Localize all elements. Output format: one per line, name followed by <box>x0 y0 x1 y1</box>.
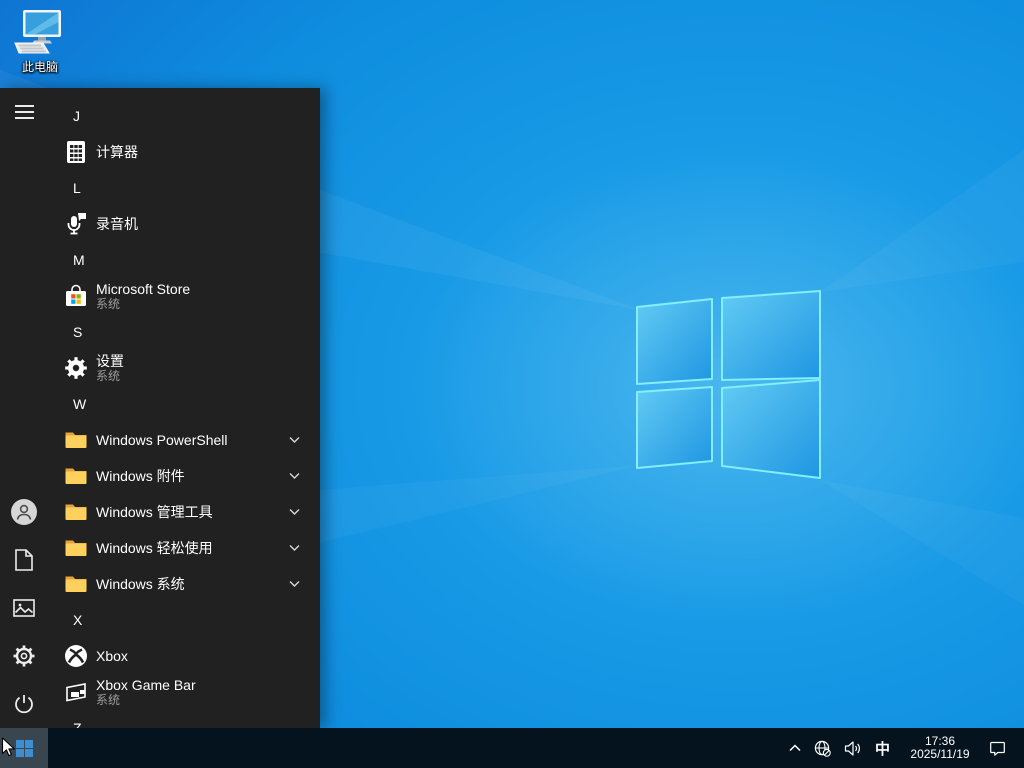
app-item-xbox-game-bar[interactable]: Xbox Game Bar 系统 <box>48 674 320 710</box>
app-item-label: 设置 <box>96 353 124 369</box>
start-menu-app-list: J 计算器 L 录音机 M Microsoft Store 系统 S 设置 系统… <box>48 88 320 728</box>
chevron-up-icon <box>789 744 801 752</box>
app-item-label: 计算器 <box>96 144 138 160</box>
folder-item-windows-ease-of-access[interactable]: Windows 轻松使用 <box>48 530 320 566</box>
app-list-section-s[interactable]: S <box>48 314 320 350</box>
taskbar: 中 17:36 2025/11/19 <box>0 728 1024 768</box>
action-center-button[interactable] <box>987 738 1008 759</box>
start-menu: J 计算器 L 录音机 M Microsoft Store 系统 S 设置 系统… <box>0 88 320 728</box>
chevron-down-icon[interactable] <box>289 545 300 552</box>
app-item-label: Xbox <box>96 648 128 664</box>
folder-icon <box>64 464 88 488</box>
power-icon <box>15 695 33 714</box>
clock-date: 2025/11/19 <box>910 747 970 761</box>
app-item-label: Microsoft Store <box>96 281 191 297</box>
folder-icon <box>64 428 88 452</box>
settings-button[interactable] <box>0 632 48 680</box>
settings-gear-icon <box>13 645 35 667</box>
app-item-subtitle: 系统 <box>96 693 121 707</box>
hamburger-menu-icon <box>14 105 34 119</box>
section-letter: J <box>73 108 80 124</box>
microsoft-store-icon <box>64 284 88 308</box>
folder-item-windows-accessories[interactable]: Windows 附件 <box>48 458 320 494</box>
folder-item-windows-admin-tools[interactable]: Windows 管理工具 <box>48 494 320 530</box>
section-letter: M <box>73 252 85 268</box>
documents-icon <box>15 549 33 571</box>
chevron-down-icon[interactable] <box>289 473 300 480</box>
app-item-label: 录音机 <box>96 216 138 232</box>
ime-indicator[interactable]: 中 <box>872 738 893 759</box>
tray-overflow-button[interactable] <box>787 742 803 754</box>
folder-item-windows-powershell[interactable]: Windows PowerShell <box>48 422 320 458</box>
network-globe-offline-icon <box>814 740 831 757</box>
folder-item-label: Windows 管理工具 <box>96 504 213 520</box>
app-item-calculator[interactable]: 计算器 <box>48 134 320 170</box>
app-item-settings[interactable]: 设置 系统 <box>48 350 320 386</box>
power-button[interactable] <box>0 680 48 728</box>
windows-start-icon <box>15 739 33 757</box>
volume-icon <box>844 740 860 756</box>
section-letter: W <box>73 396 87 412</box>
xbox-icon <box>64 644 88 668</box>
folder-item-label: Windows 系统 <box>96 576 185 592</box>
pictures-icon <box>13 599 35 617</box>
chevron-down-icon[interactable] <box>289 509 300 516</box>
desktop-icon-this-pc[interactable]: 此电脑 <box>2 8 78 75</box>
chevron-down-icon[interactable] <box>289 437 300 444</box>
app-list-section-x[interactable]: X <box>48 602 320 638</box>
folder-item-label: Windows 附件 <box>96 468 185 484</box>
folder-item-label: Windows 轻松使用 <box>96 540 213 556</box>
section-letter: S <box>73 324 83 340</box>
user-avatar-icon <box>11 499 37 525</box>
app-item-subtitle: 系统 <box>96 297 121 311</box>
app-item-xbox[interactable]: Xbox <box>48 638 320 674</box>
app-item-voice-recorder[interactable]: 录音机 <box>48 206 320 242</box>
section-letter: X <box>73 612 83 628</box>
xbox-game-bar-icon <box>64 680 88 704</box>
section-letter: L <box>73 180 81 196</box>
folder-icon <box>64 572 88 596</box>
section-letter: Z <box>73 720 82 728</box>
calculator-icon <box>64 140 88 164</box>
start-button[interactable] <box>0 728 48 768</box>
system-tray: 中 17:36 2025/11/19 <box>787 735 1024 761</box>
action-center-icon <box>990 741 1005 756</box>
app-item-label: Xbox Game Bar <box>96 677 196 693</box>
voice-recorder-icon <box>64 212 88 236</box>
pictures-button[interactable] <box>0 584 48 632</box>
taskbar-clock[interactable]: 17:36 2025/11/19 <box>902 735 978 761</box>
this-pc-icon <box>14 10 61 54</box>
app-list-section-l[interactable]: L <box>48 170 320 206</box>
network-status-button[interactable] <box>812 738 833 759</box>
hamburger-menu-button[interactable] <box>0 88 48 136</box>
app-list-section-m[interactable]: M <box>48 242 320 278</box>
chevron-down-icon[interactable] <box>289 581 300 588</box>
folder-item-windows-system[interactable]: Windows 系统 <box>48 566 320 602</box>
folder-icon <box>64 536 88 560</box>
folder-item-label: Windows PowerShell <box>96 432 228 448</box>
start-menu-rail <box>0 88 48 728</box>
app-item-microsoft-store[interactable]: Microsoft Store 系统 <box>48 278 320 314</box>
folder-icon <box>64 500 88 524</box>
desktop-icon-label: 此电脑 <box>21 60 58 74</box>
settings-gear-icon <box>64 356 88 380</box>
app-list-section-j[interactable]: J <box>48 98 320 134</box>
app-item-subtitle: 系统 <box>96 369 121 383</box>
app-list-section-w[interactable]: W <box>48 386 320 422</box>
app-list-section-z[interactable]: Z <box>48 710 320 728</box>
volume-button[interactable] <box>842 739 863 758</box>
user-account-button[interactable] <box>0 488 48 536</box>
documents-button[interactable] <box>0 536 48 584</box>
windows-desktop: 此电脑 J 计算器 L 录音机 M Microsoft Store 系统 S 设… <box>0 0 1024 768</box>
